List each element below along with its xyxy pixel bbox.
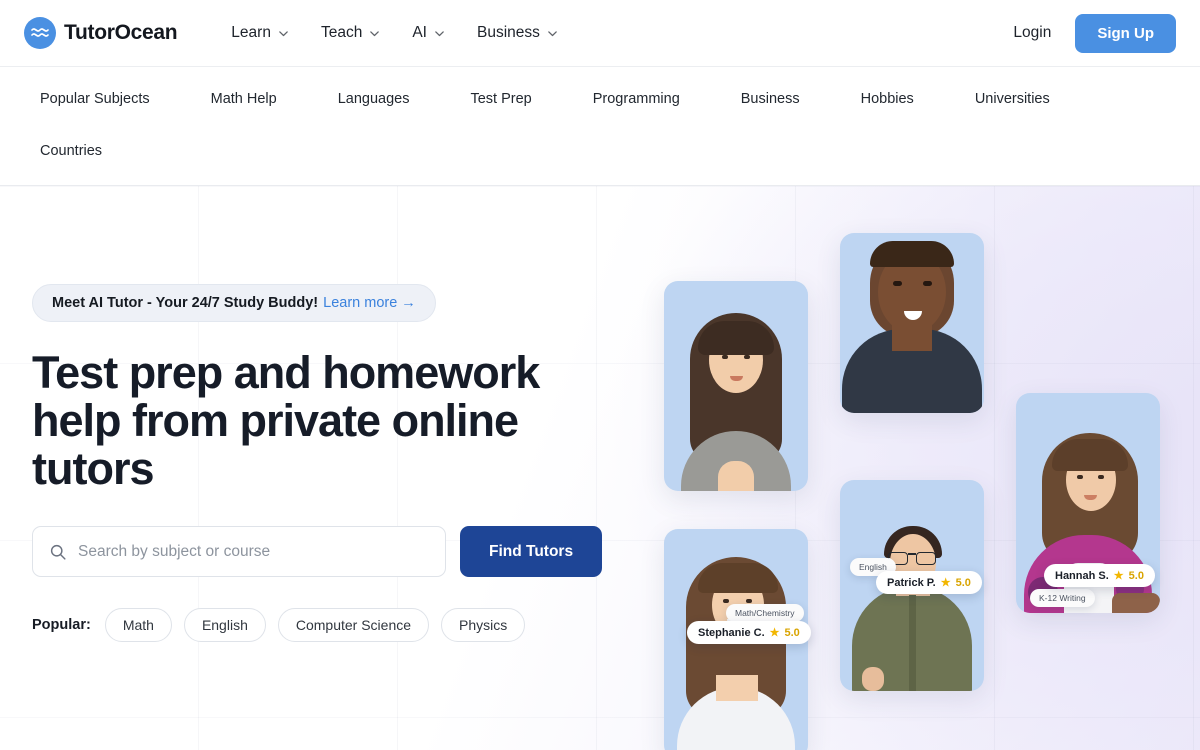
chevron-down-icon (369, 28, 380, 39)
tutor-name-text: Patrick P. (887, 576, 936, 589)
tutor-name-badge: Hannah S. ★ 5.0 (1044, 564, 1155, 587)
subnav-item-business[interactable]: Business (741, 83, 800, 115)
tutor-rating-text: 5.0 (1128, 569, 1144, 582)
menu-item-teach[interactable]: Teach (309, 16, 392, 50)
tutor-photo (664, 281, 808, 491)
menu-item-label: Teach (320, 24, 363, 41)
tutor-subject-badge: Math/Chemistry (726, 604, 804, 622)
chevron-down-icon (434, 28, 445, 39)
tutor-name-text: Stephanie C. (698, 626, 765, 639)
sign-up-button[interactable]: Sign Up (1075, 13, 1176, 53)
menu-item-label: AI (412, 24, 427, 41)
subnav-item-math-help[interactable]: Math Help (211, 83, 277, 115)
tutor-rating-text: 5.0 (955, 576, 971, 589)
menu-item-business[interactable]: Business (465, 16, 570, 50)
subnav-item-hobbies[interactable]: Hobbies (861, 83, 914, 115)
subnav-item-universities[interactable]: Universities (975, 83, 1050, 115)
wave-circle-icon (24, 17, 56, 49)
tutor-card-hannah[interactable]: Hannah S. ★ 5.0 K-12 Writing (1016, 393, 1160, 613)
menu-item-label: Learn (231, 24, 271, 41)
hero-section: Meet AI Tutor - Your 24/7 Study Buddy! L… (0, 186, 1200, 750)
chevron-down-icon (547, 28, 558, 39)
chevron-down-icon (278, 28, 289, 39)
brand-name: TutorOcean (64, 21, 178, 44)
tutor-subject-text: English (859, 562, 887, 572)
top-navigation-bar: TutorOcean Learn Teach AI Business Login… (0, 0, 1200, 67)
star-icon: ★ (940, 577, 951, 589)
menu-item-ai[interactable]: AI (400, 16, 457, 50)
secondary-navigation-bar: Popular Subjects Math Help Languages Tes… (0, 67, 1200, 186)
primary-menu: Learn Teach AI Business (219, 16, 570, 50)
tutor-photo (840, 233, 984, 413)
menu-item-learn[interactable]: Learn (219, 16, 301, 50)
login-link[interactable]: Login (1013, 24, 1051, 42)
menu-item-label: Business (476, 24, 540, 41)
tutor-card-collage: Math/Chemistry Stephanie C. ★ 5.0 Englis… (0, 186, 1200, 750)
subnav-item-popular-subjects[interactable]: Popular Subjects (40, 83, 150, 115)
subnav-item-programming[interactable]: Programming (593, 83, 680, 115)
tutor-card-patrick[interactable]: English Patrick P. ★ 5.0 (840, 233, 984, 594)
subnav-item-countries[interactable]: Countries (40, 135, 102, 167)
nav-right-actions: Login Sign Up (1013, 13, 1176, 53)
tutor-subject-text: K-12 Writing (1039, 593, 1086, 603)
tutor-name-badge: Stephanie C. ★ 5.0 (687, 621, 811, 644)
page-root: TutorOcean Learn Teach AI Business Login… (0, 0, 1200, 750)
subnav-item-test-prep[interactable]: Test Prep (470, 83, 531, 115)
tutor-subject-text: Math/Chemistry (735, 608, 795, 618)
tutor-name-badge: Patrick P. ★ 5.0 (876, 571, 982, 594)
brand-logo[interactable]: TutorOcean (24, 17, 178, 49)
subnav-item-languages[interactable]: Languages (338, 83, 410, 115)
tutor-rating-text: 5.0 (784, 626, 800, 639)
star-icon: ★ (769, 627, 780, 639)
tutor-card-stephanie[interactable]: Math/Chemistry Stephanie C. ★ 5.0 (664, 281, 811, 644)
tutor-name-text: Hannah S. (1055, 569, 1109, 582)
tutor-subject-badge: K-12 Writing (1030, 589, 1095, 607)
star-icon: ★ (1113, 570, 1124, 582)
